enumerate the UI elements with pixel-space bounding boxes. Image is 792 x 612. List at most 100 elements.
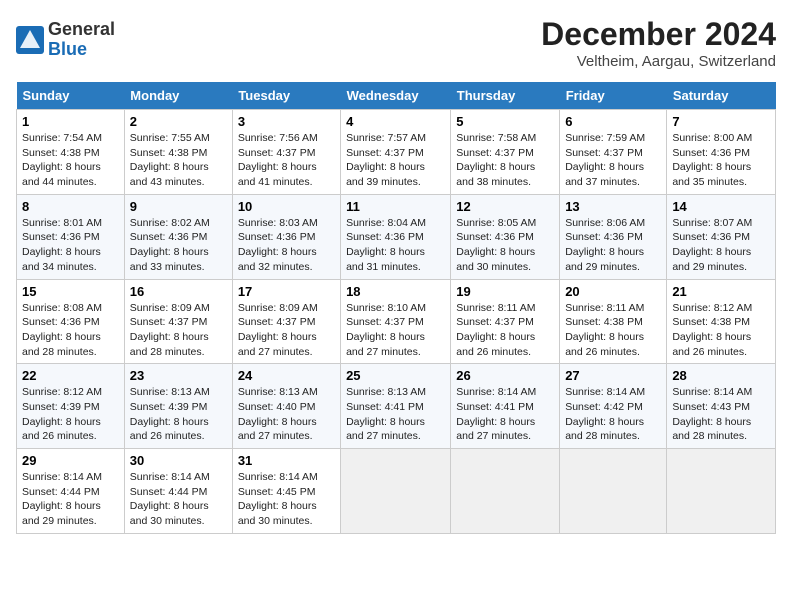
day-content: Sunrise: 8:11 AM Sunset: 4:38 PM Dayligh… <box>565 301 661 360</box>
calendar-cell <box>451 449 560 534</box>
col-sunday: Sunday <box>17 82 125 110</box>
day-number: 8 <box>22 199 119 214</box>
day-content: Sunrise: 8:11 AM Sunset: 4:37 PM Dayligh… <box>456 301 554 360</box>
calendar-row-3: 22 Sunrise: 8:12 AM Sunset: 4:39 PM Dayli… <box>17 364 776 449</box>
calendar-title: December 2024 <box>541 16 776 53</box>
col-tuesday: Tuesday <box>232 82 340 110</box>
day-number: 16 <box>130 284 227 299</box>
calendar-cell: 19Sunrise: 8:11 AM Sunset: 4:37 PM Dayli… <box>451 279 560 364</box>
day-number: 10 <box>238 199 335 214</box>
calendar-cell: 27Sunrise: 8:14 AM Sunset: 4:42 PM Dayli… <box>560 364 667 449</box>
calendar-cell: 11 Sunrise: 8:04 AM Sunset: 4:36 PM Dayli… <box>341 194 451 279</box>
calendar-cell: 23Sunrise: 8:13 AM Sunset: 4:39 PM Dayli… <box>124 364 232 449</box>
calendar-cell: 25 Sunrise: 8:13 AM Sunset: 4:41 PM Dayli… <box>341 364 451 449</box>
calendar-subtitle: Veltheim, Aargau, Switzerland <box>541 53 776 70</box>
day-content: Sunrise: 8:03 AM Sunset: 4:36 PM Dayligh… <box>238 216 335 275</box>
calendar-cell: 24 Sunrise: 8:13 AM Sunset: 4:40 PM Dayli… <box>232 364 340 449</box>
calendar-cell: 5 Sunrise: 7:58 AM Sunset: 4:37 PM Daylig… <box>451 110 560 195</box>
col-saturday: Saturday <box>667 82 776 110</box>
calendar-cell: 6Sunrise: 7:59 AM Sunset: 4:37 PM Daylig… <box>560 110 667 195</box>
day-content: Sunrise: 8:05 AM Sunset: 4:36 PM Dayligh… <box>456 216 554 275</box>
day-content: Sunrise: 7:54 AM Sunset: 4:38 PM Dayligh… <box>22 131 119 190</box>
calendar-cell: 3 Sunrise: 7:56 AM Sunset: 4:37 PM Daylig… <box>232 110 340 195</box>
day-content: Sunrise: 8:02 AM Sunset: 4:36 PM Dayligh… <box>130 216 227 275</box>
calendar-row-1: 8Sunrise: 8:01 AM Sunset: 4:36 PM Daylig… <box>17 194 776 279</box>
day-number: 25 <box>346 368 445 383</box>
calendar-cell: 17 Sunrise: 8:09 AM Sunset: 4:37 PM Dayli… <box>232 279 340 364</box>
calendar-cell: 18 Sunrise: 8:10 AM Sunset: 4:37 PM Dayli… <box>341 279 451 364</box>
col-friday: Friday <box>560 82 667 110</box>
day-content: Sunrise: 7:59 AM Sunset: 4:37 PM Dayligh… <box>565 131 661 190</box>
calendar-cell: 7 Sunrise: 8:00 AM Sunset: 4:36 PM Daylig… <box>667 110 776 195</box>
day-number: 2 <box>130 114 227 129</box>
day-number: 1 <box>22 114 119 129</box>
calendar-cell: 29Sunrise: 8:14 AM Sunset: 4:44 PM Dayli… <box>17 449 125 534</box>
day-content: Sunrise: 8:14 AM Sunset: 4:42 PM Dayligh… <box>565 385 661 444</box>
calendar-cell: 1 Sunrise: 7:54 AM Sunset: 4:38 PM Daylig… <box>17 110 125 195</box>
day-content: Sunrise: 8:14 AM Sunset: 4:41 PM Dayligh… <box>456 385 554 444</box>
calendar-cell: 4Sunrise: 7:57 AM Sunset: 4:37 PM Daylig… <box>341 110 451 195</box>
day-number: 23 <box>130 368 227 383</box>
calendar-table: Sunday Monday Tuesday Wednesday Thursday… <box>16 82 776 534</box>
calendar-cell: 13 Sunrise: 8:06 AM Sunset: 4:36 PM Dayli… <box>560 194 667 279</box>
calendar-cell: 31 Sunrise: 8:14 AM Sunset: 4:45 PM Dayli… <box>232 449 340 534</box>
day-number: 9 <box>130 199 227 214</box>
calendar-cell <box>667 449 776 534</box>
day-number: 24 <box>238 368 335 383</box>
header-row: Sunday Monday Tuesday Wednesday Thursday… <box>17 82 776 110</box>
day-content: Sunrise: 7:56 AM Sunset: 4:37 PM Dayligh… <box>238 131 335 190</box>
logo: General Blue <box>16 20 115 60</box>
calendar-row-2: 15 Sunrise: 8:08 AM Sunset: 4:36 PM Dayli… <box>17 279 776 364</box>
calendar-cell: 10 Sunrise: 8:03 AM Sunset: 4:36 PM Dayli… <box>232 194 340 279</box>
day-content: Sunrise: 7:58 AM Sunset: 4:37 PM Dayligh… <box>456 131 554 190</box>
day-content: Sunrise: 8:12 AM Sunset: 4:39 PM Dayligh… <box>22 385 119 444</box>
day-number: 31 <box>238 453 335 468</box>
day-content: Sunrise: 8:09 AM Sunset: 4:37 PM Dayligh… <box>238 301 335 360</box>
logo-general-text: General <box>48 20 115 40</box>
calendar-cell: 15 Sunrise: 8:08 AM Sunset: 4:36 PM Dayli… <box>17 279 125 364</box>
day-content: Sunrise: 8:14 AM Sunset: 4:44 PM Dayligh… <box>22 470 119 529</box>
col-wednesday: Wednesday <box>341 82 451 110</box>
calendar-cell: 16 Sunrise: 8:09 AM Sunset: 4:37 PM Dayli… <box>124 279 232 364</box>
calendar-cell: 12Sunrise: 8:05 AM Sunset: 4:36 PM Dayli… <box>451 194 560 279</box>
day-number: 30 <box>130 453 227 468</box>
calendar-cell <box>341 449 451 534</box>
day-number: 3 <box>238 114 335 129</box>
day-content: Sunrise: 8:04 AM Sunset: 4:36 PM Dayligh… <box>346 216 445 275</box>
day-content: Sunrise: 7:55 AM Sunset: 4:38 PM Dayligh… <box>130 131 227 190</box>
day-number: 28 <box>672 368 770 383</box>
day-content: Sunrise: 8:00 AM Sunset: 4:36 PM Dayligh… <box>672 131 770 190</box>
day-content: Sunrise: 8:13 AM Sunset: 4:41 PM Dayligh… <box>346 385 445 444</box>
calendar-cell: 21 Sunrise: 8:12 AM Sunset: 4:38 PM Dayli… <box>667 279 776 364</box>
day-number: 21 <box>672 284 770 299</box>
day-number: 15 <box>22 284 119 299</box>
day-number: 4 <box>346 114 445 129</box>
title-area: December 2024 Veltheim, Aargau, Switzerl… <box>541 16 776 70</box>
day-content: Sunrise: 8:06 AM Sunset: 4:36 PM Dayligh… <box>565 216 661 275</box>
day-number: 5 <box>456 114 554 129</box>
calendar-cell: 8Sunrise: 8:01 AM Sunset: 4:36 PM Daylig… <box>17 194 125 279</box>
day-number: 17 <box>238 284 335 299</box>
calendar-cell <box>560 449 667 534</box>
day-number: 13 <box>565 199 661 214</box>
day-content: Sunrise: 8:14 AM Sunset: 4:43 PM Dayligh… <box>672 385 770 444</box>
calendar-row-0: 1 Sunrise: 7:54 AM Sunset: 4:38 PM Daylig… <box>17 110 776 195</box>
day-content: Sunrise: 8:14 AM Sunset: 4:45 PM Dayligh… <box>238 470 335 529</box>
day-number: 26 <box>456 368 554 383</box>
calendar-row-4: 29Sunrise: 8:14 AM Sunset: 4:44 PM Dayli… <box>17 449 776 534</box>
day-content: Sunrise: 8:09 AM Sunset: 4:37 PM Dayligh… <box>130 301 227 360</box>
day-content: Sunrise: 8:08 AM Sunset: 4:36 PM Dayligh… <box>22 301 119 360</box>
day-content: Sunrise: 8:10 AM Sunset: 4:37 PM Dayligh… <box>346 301 445 360</box>
calendar-cell: 14Sunrise: 8:07 AM Sunset: 4:36 PM Dayli… <box>667 194 776 279</box>
day-number: 7 <box>672 114 770 129</box>
day-content: Sunrise: 8:12 AM Sunset: 4:38 PM Dayligh… <box>672 301 770 360</box>
day-content: Sunrise: 8:07 AM Sunset: 4:36 PM Dayligh… <box>672 216 770 275</box>
day-content: Sunrise: 8:13 AM Sunset: 4:40 PM Dayligh… <box>238 385 335 444</box>
day-number: 18 <box>346 284 445 299</box>
day-number: 11 <box>346 199 445 214</box>
calendar-cell: 2 Sunrise: 7:55 AM Sunset: 4:38 PM Daylig… <box>124 110 232 195</box>
calendar-cell: 22 Sunrise: 8:12 AM Sunset: 4:39 PM Dayli… <box>17 364 125 449</box>
day-number: 22 <box>22 368 119 383</box>
day-content: Sunrise: 8:14 AM Sunset: 4:44 PM Dayligh… <box>130 470 227 529</box>
col-monday: Monday <box>124 82 232 110</box>
